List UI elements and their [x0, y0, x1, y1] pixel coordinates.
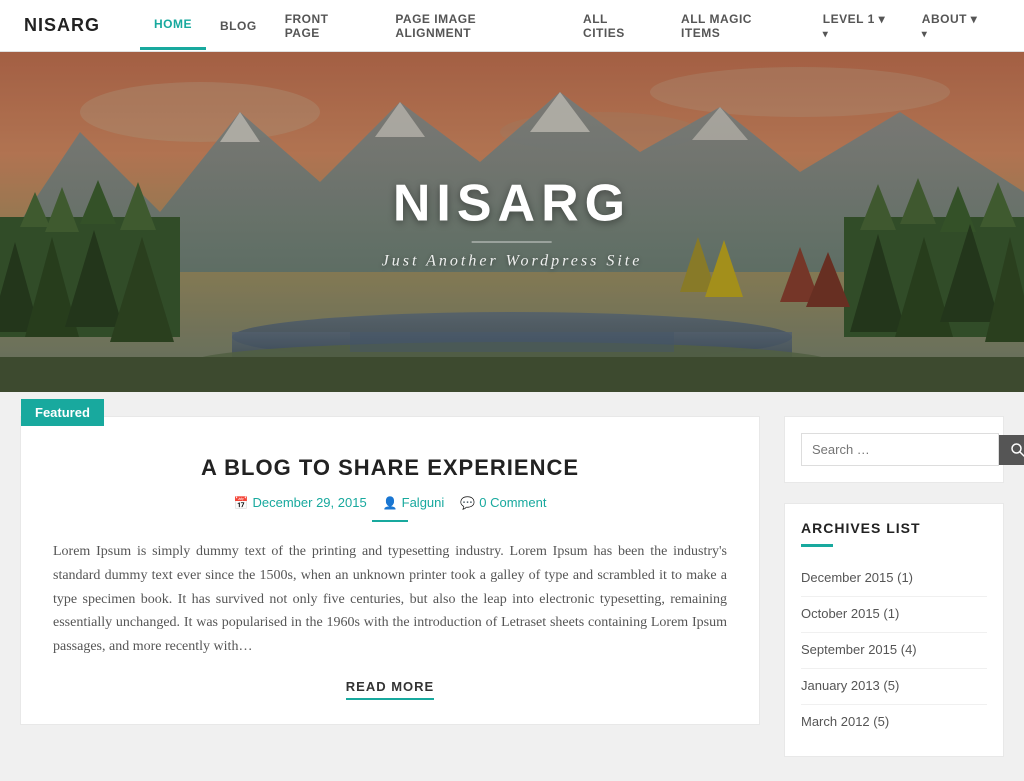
comment-icon: 💬: [460, 496, 475, 510]
nav-item-home[interactable]: HOME: [140, 1, 206, 50]
nav-link-home[interactable]: HOME: [140, 1, 206, 50]
archive-item-1: October 2015 (1): [801, 597, 987, 633]
nav-item-page-image[interactable]: PAGE IMAGE ALIGNMENT: [381, 0, 569, 56]
author-icon: 👤: [383, 496, 398, 510]
nav-menu: HOME BLOG FRONT PAGE PAGE IMAGE ALIGNMEN…: [140, 0, 1000, 56]
post-title: A BLOG TO SHARE EXPERIENCE: [53, 455, 727, 481]
main-content: Featured A BLOG TO SHARE EXPERIENCE 📅 De…: [20, 416, 760, 757]
archives-title: ARCHIVES LIST: [801, 520, 987, 536]
brand[interactable]: NISARG: [24, 15, 100, 36]
post-author: 👤 Falguni: [383, 495, 445, 510]
nav-item-magic-items[interactable]: ALL MAGIC ITEMS: [667, 0, 809, 56]
archive-link-2[interactable]: September 2015 (4): [801, 642, 917, 657]
nav-link-blog[interactable]: BLOG: [206, 3, 271, 49]
archives-underline: [801, 544, 833, 547]
nav-link-magic-items[interactable]: ALL MAGIC ITEMS: [667, 0, 809, 56]
post-meta: 📅 December 29, 2015 👤 Falguni 💬 0 Commen…: [53, 495, 727, 510]
featured-badge: Featured: [21, 399, 104, 426]
archive-item-3: January 2013 (5): [801, 669, 987, 705]
archive-link-1[interactable]: October 2015 (1): [801, 606, 899, 621]
archive-link-3[interactable]: January 2013 (5): [801, 678, 899, 693]
sidebar: ARCHIVES LIST December 2015 (1) October …: [784, 416, 1004, 757]
read-more-link[interactable]: READ MORE: [346, 679, 434, 700]
post-card: Featured A BLOG TO SHARE EXPERIENCE 📅 De…: [20, 416, 760, 725]
archive-item-0: December 2015 (1): [801, 561, 987, 597]
post-author-link[interactable]: Falguni: [402, 495, 445, 510]
post-comments: 💬 0 Comment: [460, 495, 546, 510]
post-excerpt: Lorem Ipsum is simply dummy text of the …: [53, 540, 727, 659]
search-icon: [1011, 443, 1024, 457]
hero-title: NISARG: [382, 174, 643, 234]
search-input[interactable]: [801, 433, 999, 466]
hero-subtitle: Just Another Wordpress Site: [382, 253, 643, 271]
nav-item-blog[interactable]: BLOG: [206, 3, 271, 49]
nav-item-frontpage[interactable]: FRONT PAGE: [271, 0, 382, 56]
post-comments-text: 0 Comment: [479, 495, 546, 510]
calendar-icon: 📅: [234, 496, 249, 510]
nav-item-about[interactable]: ABOUT ▾: [908, 0, 1000, 56]
archive-link-4[interactable]: March 2012 (5): [801, 714, 889, 729]
hero-text: NISARG Just Another Wordpress Site: [382, 174, 643, 271]
archive-item-2: September 2015 (4): [801, 633, 987, 669]
search-box: [784, 416, 1004, 483]
nav-link-frontpage[interactable]: FRONT PAGE: [271, 0, 382, 56]
search-button[interactable]: [999, 435, 1024, 465]
nav-item-cities[interactable]: ALL CITIES: [569, 0, 667, 56]
navbar: NISARG HOME BLOG FRONT PAGE PAGE IMAGE A…: [0, 0, 1024, 52]
post-divider: [372, 520, 408, 522]
archive-item-4: March 2012 (5): [801, 705, 987, 740]
nav-item-level1[interactable]: LEVEL 1 ▾: [809, 0, 908, 56]
nav-link-level1[interactable]: LEVEL 1 ▾: [809, 0, 908, 56]
archives-list: December 2015 (1) October 2015 (1) Septe…: [801, 561, 987, 740]
post-date-text: December 29, 2015: [253, 495, 367, 510]
archive-link-0[interactable]: December 2015 (1): [801, 570, 913, 585]
nav-link-page-image[interactable]: PAGE IMAGE ALIGNMENT: [381, 0, 569, 56]
hero-section: NISARG Just Another Wordpress Site: [0, 52, 1024, 392]
archives-box: ARCHIVES LIST December 2015 (1) October …: [784, 503, 1004, 757]
hero-title-underline: [472, 242, 552, 243]
search-form: [801, 433, 987, 466]
nav-link-about[interactable]: ABOUT ▾: [908, 0, 1000, 56]
content-area: Featured A BLOG TO SHARE EXPERIENCE 📅 De…: [0, 392, 1024, 781]
nav-link-cities[interactable]: ALL CITIES: [569, 0, 667, 56]
post-date: 📅 December 29, 2015: [234, 495, 367, 510]
